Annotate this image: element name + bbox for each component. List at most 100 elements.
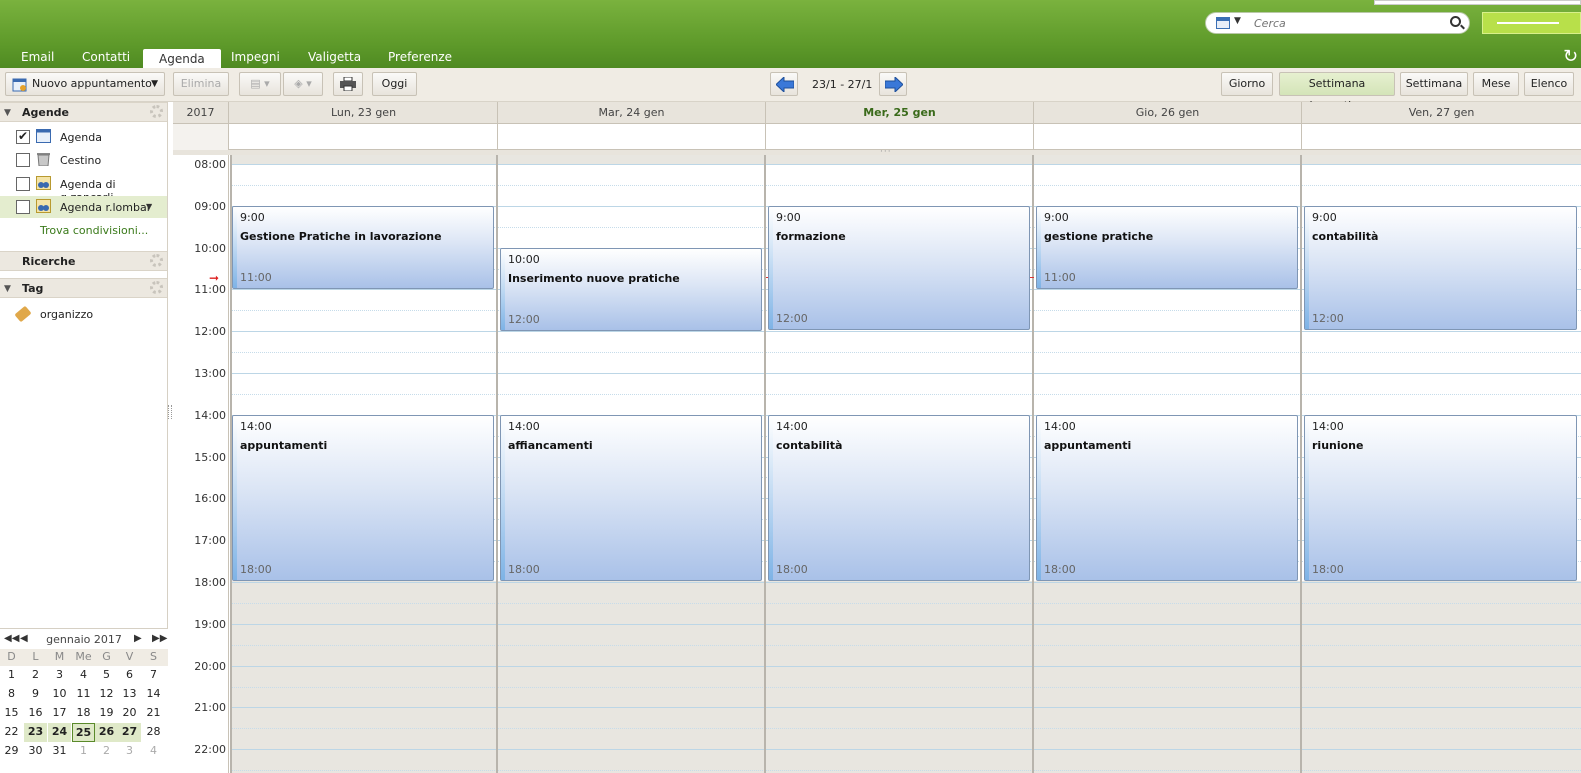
- appointment[interactable]: 14:00 appuntamenti 18:00: [232, 415, 494, 581]
- find-shares-link[interactable]: Trova condivisioni...: [40, 224, 148, 237]
- tab-contatti[interactable]: Contatti: [82, 50, 130, 64]
- mini-calendar-day[interactable]: 25: [72, 723, 95, 742]
- mini-calendar-day[interactable]: 28: [142, 723, 165, 742]
- mini-calendar-day[interactable]: 11: [72, 685, 95, 704]
- search-box[interactable]: ▼: [1205, 12, 1470, 34]
- appointment[interactable]: 14:00 appuntamenti 18:00: [1036, 415, 1298, 581]
- mini-calendar-day[interactable]: 23: [24, 723, 47, 742]
- user-menu-button[interactable]: [1482, 12, 1581, 34]
- gear-icon[interactable]: [150, 281, 163, 294]
- mini-calendar-day[interactable]: 29: [0, 742, 23, 761]
- gear-icon[interactable]: [150, 254, 163, 267]
- all-day-cell[interactable]: [1302, 124, 1581, 150]
- search-icon[interactable]: [1450, 16, 1461, 27]
- appointment[interactable]: 14:00 riunione 18:00: [1304, 415, 1577, 581]
- all-day-cell[interactable]: [766, 124, 1034, 150]
- previous-week-button[interactable]: [770, 72, 798, 96]
- mini-calendar-day[interactable]: 4: [142, 742, 165, 761]
- next-year-icon[interactable]: ▶▶: [152, 633, 167, 644]
- searches-section-header[interactable]: Ricerche: [0, 251, 167, 271]
- gzancarli-checkbox[interactable]: [16, 177, 30, 191]
- all-day-cell[interactable]: [230, 124, 498, 150]
- view-workweek-button[interactable]: Settimana lavorativa: [1279, 72, 1395, 112]
- rlombar-checkbox[interactable]: [16, 200, 30, 214]
- collapse-triangle-icon[interactable]: ▼: [4, 108, 11, 118]
- chevron-down-icon[interactable]: ▼: [1234, 16, 1241, 26]
- appointment[interactable]: 9:00 gestione pratiche 11:00: [1036, 206, 1298, 289]
- chevron-down-icon[interactable]: ▼: [146, 202, 152, 211]
- mini-calendar-day[interactable]: 19: [95, 704, 118, 723]
- mini-calendar-day[interactable]: 15: [0, 704, 23, 723]
- mini-calendar-day[interactable]: 2: [24, 666, 47, 685]
- mini-calendar-day[interactable]: 16: [24, 704, 47, 723]
- mini-calendar-day[interactable]: 4: [72, 666, 95, 685]
- tab-impegni[interactable]: Impegni: [231, 50, 280, 64]
- time-grid[interactable]: 08:00 09:00 10:00 11:00 12:00 13:00 14:00 15:00…: [173, 155, 1581, 773]
- calendar-search-type-icon[interactable]: [1216, 17, 1230, 29]
- new-appointment-button[interactable]: Nuovo appuntamento ▼: [5, 72, 165, 96]
- mini-calendar-day[interactable]: 30: [24, 742, 47, 761]
- mini-calendar-day[interactable]: 14: [142, 685, 165, 704]
- appointment[interactable]: 14:00 contabilità 18:00: [768, 415, 1030, 581]
- mini-calendar-day[interactable]: 3: [48, 666, 71, 685]
- calendars-section-header[interactable]: ▼ Agende: [0, 102, 167, 122]
- appointment[interactable]: 9:00 Gestione Pratiche in lavorazione 11:0…: [232, 206, 494, 289]
- mini-calendar-day[interactable]: 6: [118, 666, 141, 685]
- all-day-row[interactable]: [173, 124, 1581, 150]
- view-month-button[interactable]: Mese: [1473, 72, 1519, 96]
- agenda-checkbox[interactable]: [16, 129, 30, 144]
- appointment[interactable]: 10:00 Inserimento nuove pratiche 12:00: [500, 248, 762, 331]
- mini-calendar-day[interactable]: 31: [48, 742, 71, 761]
- sidebar-item-agenda[interactable]: Agenda: [0, 126, 167, 148]
- sidebar-resize-handle[interactable]: [168, 405, 172, 419]
- print-button[interactable]: [333, 72, 363, 96]
- mini-calendar-day[interactable]: 1: [0, 666, 23, 685]
- appointment[interactable]: 9:00 formazione 12:00: [768, 206, 1030, 330]
- mini-calendar-day[interactable]: 20: [118, 704, 141, 723]
- mini-calendar-day[interactable]: 24: [48, 723, 71, 742]
- tab-preferenze[interactable]: Preferenze: [388, 50, 452, 64]
- sidebar-item-cestino[interactable]: Cestino: [0, 149, 167, 171]
- day-header-thu[interactable]: Gio, 26 gen: [1034, 102, 1302, 124]
- mini-calendar-day[interactable]: 7: [142, 666, 165, 685]
- delete-button[interactable]: Elimina: [173, 72, 229, 96]
- all-day-cell[interactable]: [498, 124, 766, 150]
- sidebar-item-agenda-gzancarli[interactable]: Agenda di g.zancarli: [0, 173, 167, 204]
- mini-calendar-day[interactable]: 22: [0, 723, 23, 742]
- mini-calendar-day[interactable]: 12: [95, 685, 118, 704]
- today-button[interactable]: Oggi: [372, 72, 417, 96]
- all-day-cell[interactable]: [1034, 124, 1302, 150]
- next-week-button[interactable]: [879, 72, 907, 96]
- mini-calendar-day[interactable]: 27: [118, 723, 141, 742]
- view-list-button[interactable]: Elenco: [1524, 72, 1574, 96]
- collapse-triangle-icon[interactable]: ▼: [4, 284, 11, 294]
- appointment[interactable]: 9:00 contabilità 12:00: [1304, 206, 1577, 330]
- mini-calendar-day[interactable]: 3: [118, 742, 141, 761]
- view-day-button[interactable]: Giorno: [1221, 72, 1273, 96]
- tag-button[interactable]: ◈ ▾: [283, 72, 323, 96]
- mini-calendar-day[interactable]: 26: [95, 723, 118, 742]
- view-week-button[interactable]: Settimana: [1400, 72, 1468, 96]
- mini-calendar-day[interactable]: 13: [118, 685, 141, 704]
- mini-calendar-day[interactable]: 9: [24, 685, 47, 704]
- mini-calendar-day[interactable]: 2: [95, 742, 118, 761]
- search-input[interactable]: [1254, 15, 1444, 31]
- refresh-icon[interactable]: ↻: [1563, 46, 1578, 67]
- cestino-checkbox[interactable]: [16, 153, 30, 167]
- appointment[interactable]: 14:00 affiancamenti 18:00: [500, 415, 762, 581]
- mini-calendar-day[interactable]: 5: [95, 666, 118, 685]
- move-button[interactable]: ▤ ▾: [239, 72, 281, 96]
- day-header-fri[interactable]: Ven, 27 gen: [1302, 102, 1581, 124]
- tab-agenda[interactable]: Agenda: [143, 49, 221, 68]
- mini-calendar-day[interactable]: 8: [0, 685, 23, 704]
- mini-calendar-day[interactable]: 18: [72, 704, 95, 723]
- mini-calendar-day[interactable]: 17: [48, 704, 71, 723]
- tab-email[interactable]: Email: [21, 50, 54, 64]
- day-header-mon[interactable]: Lun, 23 gen: [230, 102, 498, 124]
- tab-valigetta[interactable]: Valigetta: [308, 50, 361, 64]
- next-month-icon[interactable]: ▶: [134, 633, 142, 644]
- gear-icon[interactable]: [150, 105, 163, 118]
- day-header-wed-today[interactable]: Mer, 25 gen: [766, 102, 1034, 124]
- day-header-tue[interactable]: Mar, 24 gen: [498, 102, 766, 124]
- mini-calendar-day[interactable]: 1: [72, 742, 95, 761]
